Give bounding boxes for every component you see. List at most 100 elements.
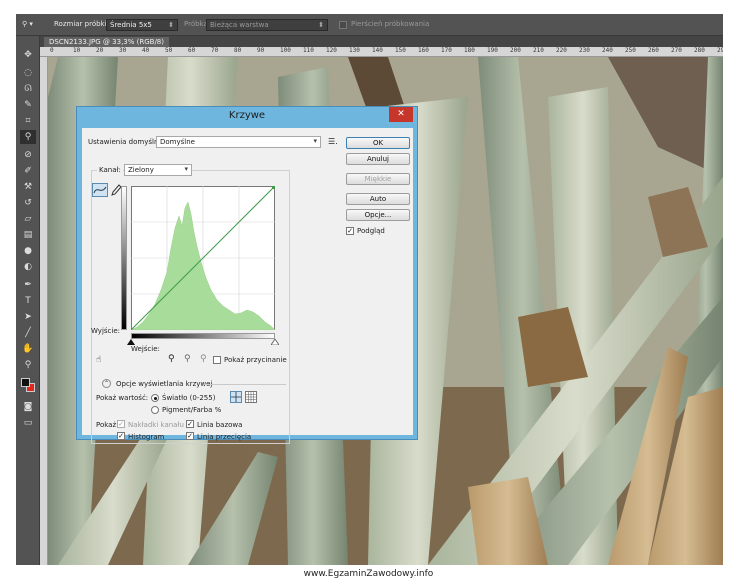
lasso-tool-icon[interactable]: ᘏ [20, 82, 36, 96]
ruler-tick-label: 60 [188, 47, 196, 54]
chevron-down-icon: ⬍ [318, 21, 324, 29]
baseline-label: Linia bazowa [197, 421, 243, 429]
detailed-grid-icon[interactable] [245, 391, 257, 403]
preview-checkbox[interactable]: ✓ [346, 227, 354, 235]
ruler-tick-label: 120 [326, 47, 337, 54]
zoom-tool-icon[interactable]: ⚲ [20, 358, 36, 372]
path-select-tool-icon[interactable]: ➤ [20, 310, 36, 324]
crop-tool-icon[interactable]: ⌗ [20, 114, 36, 128]
quick-select-tool-icon[interactable]: ✎ [20, 98, 36, 112]
curve-endpoint[interactable] [272, 186, 275, 189]
eyedropper-tool-icon[interactable]: ⚲ [20, 130, 36, 144]
ruler-tick-label: 110 [303, 47, 314, 54]
chevron-down-icon: ⬍ [168, 21, 174, 29]
document-tab[interactable]: DSCN2133.JPG @ 33,3% (RGB/8) [44, 37, 169, 47]
white-eyedropper-icon[interactable]: ⚲ [200, 354, 207, 364]
ruler-tick-label: 80 [234, 47, 242, 54]
ruler-tick-label: 190 [487, 47, 498, 54]
move-tool-icon[interactable]: ✥ [20, 48, 36, 62]
ruler-tick-label: 230 [579, 47, 590, 54]
dialog-body: Ustawienia domyślne: Domyślne ▾ ☰. OK Anu… [82, 128, 413, 444]
ruler-tick-label: 40 [142, 47, 150, 54]
history-brush-tool-icon[interactable]: ↺ [20, 196, 36, 210]
photoshop-window: ⚲ ▾ Rozmiar próbki: Średnia 5x5 ⬍ Próbka:… [16, 14, 723, 565]
eyedropper-tool-preset-icon[interactable]: ⚲ ▾ [22, 20, 33, 28]
output-gradient-bar [121, 186, 127, 330]
auto-button[interactable]: Auto [346, 193, 410, 205]
dodge-tool-icon[interactable]: ◐ [20, 260, 36, 274]
gradient-tool-icon[interactable]: ▤ [20, 228, 36, 242]
ruler-tick-label: 240 [602, 47, 613, 54]
chevron-down-icon: ▾ [313, 137, 317, 145]
ruler-tick-label: 130 [349, 47, 360, 54]
output-label: Wyjście: [91, 327, 120, 335]
hand-tool-icon[interactable]: ✋ [20, 342, 36, 356]
ok-button[interactable]: OK [346, 137, 410, 149]
intersection-line-checkbox[interactable]: ✓ [186, 432, 194, 440]
screen-mode-icon[interactable]: ▭ [20, 416, 36, 430]
expand-chevron-icon[interactable]: ⌃ [102, 379, 111, 388]
close-button[interactable]: ✕ [389, 107, 413, 122]
curves-graph[interactable] [131, 186, 275, 330]
white-point-slider-icon[interactable] [271, 339, 279, 345]
ruler-tick-label: 160 [418, 47, 429, 54]
horizontal-ruler[interactable]: 0 10 20 30 40 50 60 70 80 90 100 110 120 130 140 150 160… [40, 47, 723, 57]
dialog-titlebar[interactable]: Krzywe ✕ [77, 107, 417, 127]
sampling-ring-label: Pierścień próbkowania [351, 20, 430, 28]
simple-grid-icon[interactable] [230, 391, 242, 403]
type-tool-icon[interactable]: T [20, 294, 36, 308]
preset-menu-icon[interactable]: ☰. [328, 137, 338, 146]
ruler-tick-label: 220 [556, 47, 567, 54]
show-amount-label: Pokaż wartość: [96, 394, 149, 402]
preset-select[interactable]: Domyślne ▾ [156, 136, 321, 148]
healing-brush-tool-icon[interactable]: ⊘ [20, 148, 36, 162]
pigment-radio[interactable] [151, 406, 159, 414]
show-clipping-label: Pokaż przycinanie [224, 356, 287, 364]
pigment-label: Pigment/Farba % [162, 406, 222, 414]
curve-edit-icon[interactable] [92, 183, 108, 197]
curves-dialog: Krzywe ✕ Ustawienia domyślne: Domyślne ▾ … [76, 106, 418, 444]
channel-overlays-checkbox[interactable]: ✓ [117, 420, 125, 428]
sample-size-select[interactable]: Średnia 5x5 ⬍ [106, 19, 178, 31]
ruler-tick-label: 30 [119, 47, 127, 54]
input-gradient-bar [131, 333, 275, 339]
on-image-adjust-icon[interactable]: ☝ [96, 355, 101, 365]
foreground-color-swatch[interactable] [21, 378, 30, 387]
vertical-ruler[interactable] [40, 57, 48, 565]
preset-label: Ustawienia domyślne: [88, 138, 166, 146]
gray-eyedropper-icon[interactable]: ⚲ [184, 354, 191, 364]
histogram-checkbox[interactable]: ✓ [117, 432, 125, 440]
baseline-checkbox[interactable]: ✓ [186, 420, 194, 428]
sample-select[interactable]: Bieżąca warstwa ⬍ [206, 19, 328, 31]
ruler-tick-label: 260 [648, 47, 659, 54]
black-eyedropper-icon[interactable]: ⚲ [168, 354, 175, 364]
channel-value: Zielony [128, 166, 154, 174]
show-clipping-checkbox[interactable] [213, 356, 221, 364]
brush-tool-icon[interactable]: ✐ [20, 164, 36, 178]
dialog-title: Krzywe [228, 110, 266, 121]
sample-size-label: Rozmiar próbki: [54, 20, 109, 28]
ruler-tick-label: 210 [533, 47, 544, 54]
pen-tool-icon[interactable]: ✒ [20, 278, 36, 292]
sample-size-value: Średnia 5x5 [110, 21, 152, 29]
ruler-tick-label: 0 [50, 47, 54, 54]
quick-mask-icon[interactable]: ◙ [20, 400, 36, 414]
blur-tool-icon[interactable]: ● [20, 244, 36, 258]
ruler-tick-label: 100 [280, 47, 291, 54]
eraser-tool-icon[interactable]: ▱ [20, 212, 36, 226]
ruler-tick-label: 10 [73, 47, 81, 54]
line-tool-icon[interactable]: ╱ [20, 326, 36, 340]
marquee-tool-icon[interactable]: ◌ [20, 66, 36, 80]
clone-stamp-tool-icon[interactable]: ⚒ [20, 180, 36, 194]
light-radio[interactable] [151, 394, 159, 402]
show-label: Pokaż: [96, 421, 119, 429]
channel-select[interactable]: Zielony ▾ [124, 164, 192, 176]
divider [204, 384, 286, 385]
sampling-ring-checkbox[interactable] [339, 21, 347, 29]
options-button[interactable]: Opcje... [346, 209, 410, 221]
cancel-button[interactable]: Anuluj [346, 153, 410, 165]
ruler-tick-label: 250 [625, 47, 636, 54]
close-icon: ✕ [397, 109, 405, 119]
smooth-button[interactable]: Miękkie [346, 173, 410, 185]
ruler-tick-label: 140 [372, 47, 383, 54]
